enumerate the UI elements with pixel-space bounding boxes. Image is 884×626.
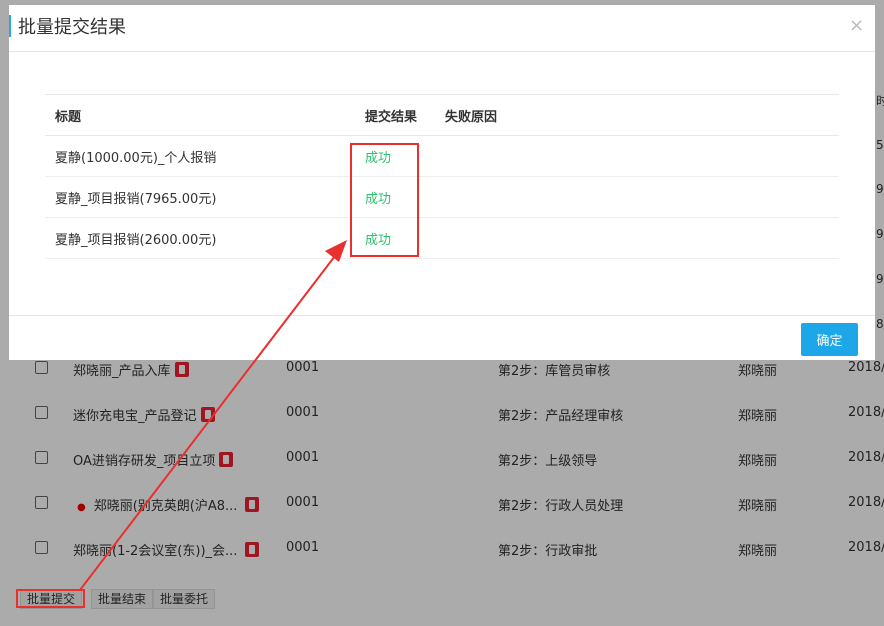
dialog-footer: 确定 bbox=[9, 315, 875, 361]
cell-result: 成功 bbox=[355, 176, 435, 218]
cell-reason bbox=[435, 217, 839, 259]
table-row: 夏静_项目报销(7965.00元) 成功 bbox=[45, 176, 839, 218]
column-header-reason: 失败原因 bbox=[435, 94, 839, 136]
title-accent-bar bbox=[9, 15, 11, 37]
cell-title: 夏静_项目报销(2600.00元) bbox=[45, 217, 355, 259]
cell-title: 夏静(1000.00元)_个人报销 bbox=[45, 135, 355, 177]
batch-submit-result-dialog: 批量提交结果 × 标题 提交结果 失败原因 夏静(1000.00元)_个人报销 … bbox=[9, 5, 875, 360]
table-header-row: 标题 提交结果 失败原因 bbox=[45, 94, 839, 136]
cell-result: 成功 bbox=[355, 217, 435, 259]
dialog-title: 批量提交结果 bbox=[18, 17, 126, 38]
results-table: 标题 提交结果 失败原因 夏静(1000.00元)_个人报销 成功 夏静_项目报… bbox=[45, 94, 839, 259]
cell-title: 夏静_项目报销(7965.00元) bbox=[45, 176, 355, 218]
cell-result: 成功 bbox=[355, 135, 435, 177]
column-header-title: 标题 bbox=[45, 94, 355, 136]
table-row: 夏静(1000.00元)_个人报销 成功 bbox=[45, 135, 839, 177]
cell-reason bbox=[435, 135, 839, 177]
column-header-result: 提交结果 bbox=[355, 94, 435, 136]
cell-reason bbox=[435, 176, 839, 218]
close-icon[interactable]: × bbox=[849, 15, 864, 36]
confirm-button[interactable]: 确定 bbox=[801, 323, 858, 356]
table-row: 夏静_项目报销(2600.00元) 成功 bbox=[45, 217, 839, 259]
dialog-header: 批量提交结果 × bbox=[9, 5, 875, 52]
